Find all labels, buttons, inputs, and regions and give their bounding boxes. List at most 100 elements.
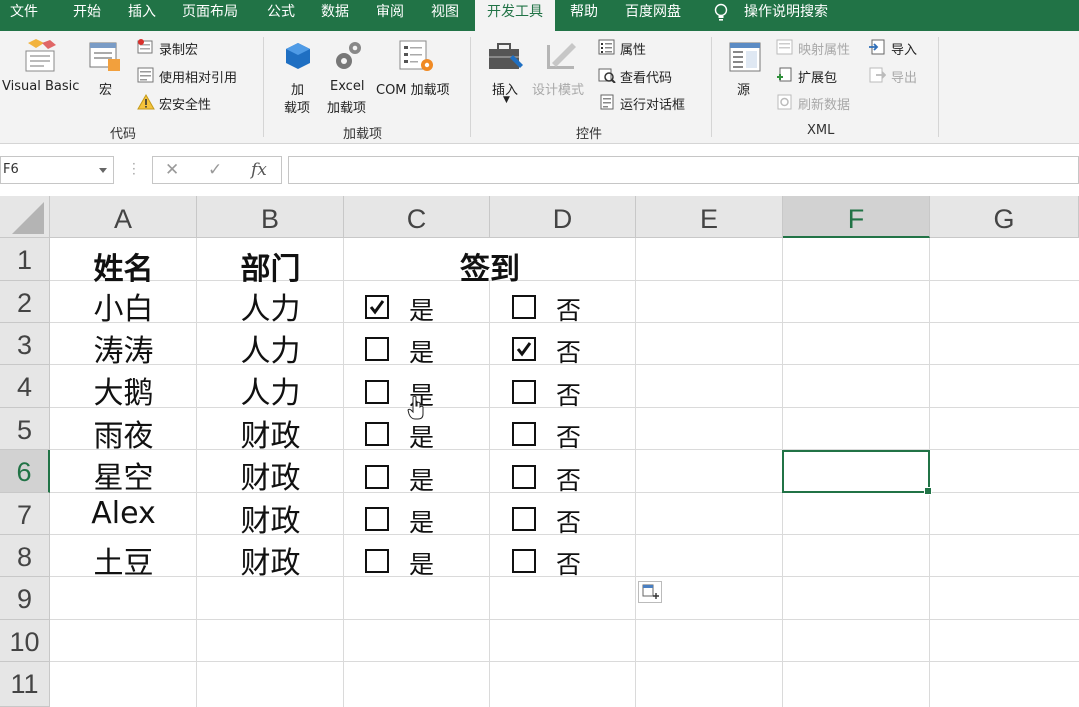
cell-name[interactable]: 涛涛 bbox=[50, 326, 197, 370]
cell-dept[interactable]: 人力 bbox=[197, 284, 344, 328]
visual-basic-button[interactable]: Visual Basic bbox=[2, 79, 79, 94]
checkbox-no[interactable] bbox=[512, 507, 536, 531]
row-header-11[interactable]: 11 bbox=[0, 662, 50, 707]
column-header-g[interactable]: G bbox=[930, 196, 1079, 238]
row-header-2[interactable]: 2 bbox=[0, 281, 50, 323]
addins-button[interactable]: 加 bbox=[291, 79, 304, 98]
record-macro-icon bbox=[137, 39, 153, 54]
row-header-3[interactable]: 3 bbox=[0, 323, 50, 365]
cell-b1[interactable]: 部门 bbox=[197, 244, 344, 288]
cell-name[interactable]: 小白 bbox=[50, 284, 197, 328]
checkbox-no[interactable] bbox=[512, 380, 536, 404]
formula-input[interactable] bbox=[288, 156, 1079, 184]
checkbox-yes[interactable] bbox=[365, 337, 389, 361]
row-header-7[interactable]: 7 bbox=[0, 493, 50, 535]
cell-dept[interactable]: 人力 bbox=[197, 368, 344, 412]
cell-dept[interactable]: 财政 bbox=[197, 411, 344, 455]
checkmark-icon bbox=[369, 300, 385, 315]
tab-formulas[interactable]: 公式 bbox=[267, 0, 295, 31]
checkbox-yes[interactable] bbox=[365, 422, 389, 446]
checkmark-icon bbox=[516, 342, 532, 357]
expansion-packs-button[interactable]: 扩展包 bbox=[798, 67, 837, 86]
row-header-6[interactable]: 6 bbox=[0, 450, 50, 493]
row-header-10[interactable]: 10 bbox=[0, 620, 50, 662]
cell-name[interactable]: Alex bbox=[50, 496, 197, 531]
tab-data[interactable]: 数据 bbox=[321, 0, 349, 31]
tab-page-layout[interactable]: 页面布局 bbox=[182, 0, 238, 31]
select-all-button[interactable] bbox=[0, 196, 50, 238]
insert-function-icon[interactable]: fx bbox=[251, 160, 267, 180]
import-button[interactable]: 导入 bbox=[891, 39, 917, 58]
checkbox-no[interactable] bbox=[512, 549, 536, 573]
excel-addins-button[interactable]: Excel bbox=[330, 79, 364, 94]
name-box[interactable]: F6 bbox=[0, 156, 114, 184]
tab-help[interactable]: 帮助 bbox=[570, 0, 598, 31]
checkbox-no[interactable] bbox=[512, 422, 536, 446]
macro-security-button[interactable]: 宏安全性 bbox=[159, 94, 211, 113]
tab-view[interactable]: 视图 bbox=[431, 0, 459, 31]
checkbox-yes[interactable] bbox=[365, 295, 389, 319]
cell-name[interactable]: 大鹅 bbox=[50, 368, 197, 412]
paste-options-button[interactable] bbox=[638, 581, 662, 603]
checkbox-no[interactable] bbox=[512, 295, 536, 319]
run-dialog-button[interactable]: 运行对话框 bbox=[620, 94, 685, 113]
cell-dept[interactable]: 财政 bbox=[197, 538, 344, 582]
tell-me-search[interactable]: 操作说明搜索 bbox=[744, 0, 828, 31]
checkbox-yes[interactable] bbox=[365, 465, 389, 489]
run-dialog-icon bbox=[600, 94, 614, 110]
cell-dept[interactable]: 财政 bbox=[197, 496, 344, 540]
relative-references-button[interactable]: 使用相对引用 bbox=[159, 67, 237, 86]
column-header-f[interactable]: F bbox=[783, 196, 930, 238]
column-header-b[interactable]: B bbox=[197, 196, 344, 238]
fill-handle[interactable] bbox=[924, 487, 932, 495]
paste-options-icon bbox=[642, 584, 659, 599]
tab-baidu-netdisk[interactable]: 百度网盘 bbox=[625, 0, 681, 31]
row-header-9[interactable]: 9 bbox=[0, 577, 50, 620]
cell-name[interactable]: 土豆 bbox=[50, 538, 197, 582]
view-code-icon bbox=[598, 68, 616, 83]
enter-icon[interactable]: ✓ bbox=[208, 160, 222, 180]
design-mode-button[interactable]: 设计模式 bbox=[532, 79, 584, 98]
column-header-d[interactable]: D bbox=[490, 196, 636, 238]
tab-review[interactable]: 审阅 bbox=[376, 0, 404, 31]
group-divider bbox=[938, 37, 939, 137]
checkbox-yes[interactable] bbox=[365, 380, 389, 404]
warning-icon bbox=[137, 94, 155, 110]
checkbox-yes[interactable] bbox=[365, 549, 389, 573]
tab-home[interactable]: 开始 bbox=[73, 0, 101, 31]
column-header-a[interactable]: A bbox=[50, 196, 197, 238]
row-header-8[interactable]: 8 bbox=[0, 535, 50, 577]
tab-developer[interactable]: 开发工具 bbox=[475, 0, 555, 31]
row-header-4[interactable]: 4 bbox=[0, 365, 50, 408]
cancel-icon[interactable]: ✕ bbox=[165, 160, 179, 180]
macros-button[interactable]: 宏 bbox=[99, 79, 112, 98]
checkbox-yes-label: 是 bbox=[409, 423, 435, 452]
record-macro-button[interactable]: 录制宏 bbox=[159, 39, 198, 58]
xml-source-button[interactable]: 源 bbox=[737, 79, 750, 98]
cell-a1[interactable]: 姓名 bbox=[50, 244, 197, 288]
refresh-data-button[interactable]: 刷新数据 bbox=[798, 94, 850, 113]
view-code-button[interactable]: 查看代码 bbox=[620, 67, 672, 86]
column-header-c[interactable]: C bbox=[344, 196, 490, 238]
row-header-1[interactable]: 1 bbox=[0, 238, 50, 281]
chevron-down-icon[interactable] bbox=[99, 168, 107, 173]
cell-name[interactable]: 星空 bbox=[50, 453, 197, 497]
checkbox-yes[interactable] bbox=[365, 507, 389, 531]
properties-button[interactable]: 属性 bbox=[620, 39, 646, 58]
cell-dept[interactable]: 人力 bbox=[197, 326, 344, 370]
checkbox-no[interactable] bbox=[512, 465, 536, 489]
chevron-down-icon: ▼ bbox=[503, 95, 510, 105]
map-properties-button[interactable]: 映射属性 bbox=[798, 39, 850, 58]
tab-insert[interactable]: 插入 bbox=[128, 0, 156, 31]
column-header-e[interactable]: E bbox=[636, 196, 783, 238]
drag-handle-icon[interactable]: · · · bbox=[132, 158, 136, 180]
cell-name[interactable]: 雨夜 bbox=[50, 411, 197, 455]
tab-file[interactable]: 文件 bbox=[10, 0, 38, 31]
row-header-5[interactable]: 5 bbox=[0, 408, 50, 450]
cell-dept[interactable]: 财政 bbox=[197, 453, 344, 497]
cell-c1-merged[interactable]: 签到 bbox=[344, 244, 636, 288]
checkbox-no[interactable] bbox=[512, 337, 536, 361]
selected-cell-f6[interactable] bbox=[782, 450, 932, 495]
export-button[interactable]: 导出 bbox=[891, 67, 917, 86]
com-addins-button[interactable]: COM 加载项 bbox=[376, 79, 450, 98]
